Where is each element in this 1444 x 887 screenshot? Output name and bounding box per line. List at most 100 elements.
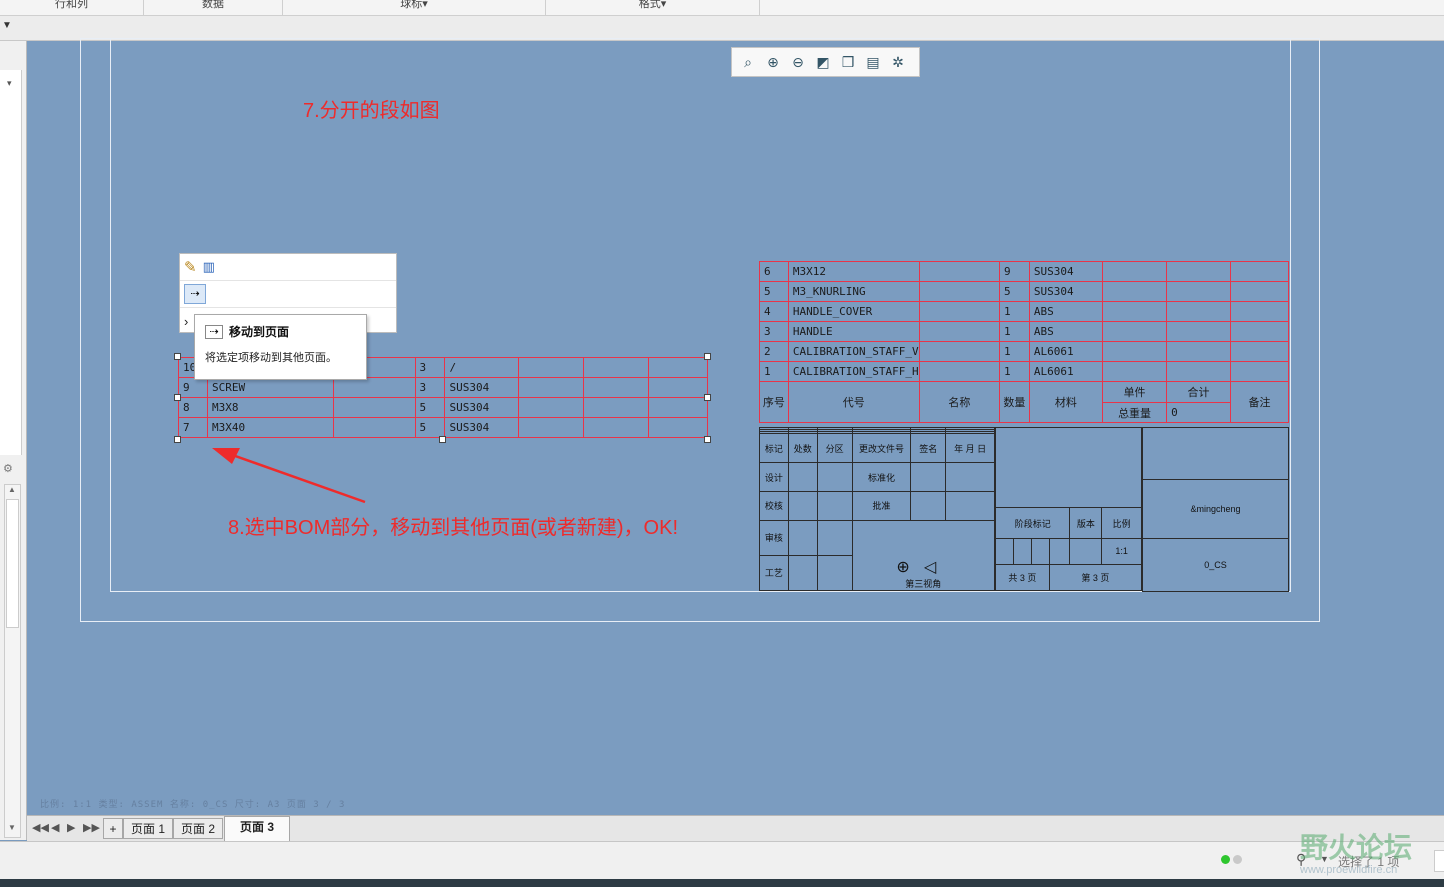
bom-cell (1166, 281, 1231, 302)
taskbar-strip (0, 879, 1444, 887)
bom-cell (1101, 281, 1168, 302)
chevron-down-icon[interactable]: ▼ (2, 20, 12, 31)
sheet-tab-bar: ◀◀ ◀ ▶ ▶▶ + 页面 1 页面 2 页面 3 (27, 815, 1444, 841)
prev-sheet-icon[interactable]: ◀ (51, 821, 59, 834)
bom-cell (1101, 321, 1168, 342)
bom-cell: / (444, 357, 520, 378)
last-sheet-icon[interactable]: ▶▶ (83, 821, 100, 834)
title-block-right: &mingcheng 0_CS (1142, 427, 1289, 592)
chevron-down-icon: ▾ (422, 0, 428, 10)
selection-handle[interactable] (704, 394, 711, 401)
refit-icon[interactable]: ◩ (812, 51, 834, 73)
vertical-scrollbar[interactable]: ▲ ▼ (4, 484, 21, 838)
bom-row[interactable]: 3 HANDLE 1 ABS (759, 321, 1290, 342)
selection-handle[interactable] (174, 436, 181, 443)
scrollbar-thumb[interactable] (6, 499, 19, 628)
selection-handle[interactable] (174, 394, 181, 401)
annotation-step7: 7.分开的段如图 (303, 100, 440, 122)
mini-toolbar-row: ✎ ▥ (180, 254, 396, 281)
title-block-middle: 阶段标记 版本 比例 1:1 共 3 页 第 3 页 (994, 426, 1143, 592)
bom-cell (648, 357, 708, 378)
tb-scale-value: 1:1 (1101, 537, 1142, 565)
display-style-icon[interactable]: ❒ (837, 51, 859, 73)
zoom-in-icon[interactable]: ⊕ (762, 51, 784, 73)
bom-cell (1166, 261, 1231, 282)
tooltip-title: 移动到页面 (229, 325, 290, 339)
bom-cell (918, 361, 1001, 382)
annotation-arrow (212, 448, 366, 504)
chevron-down-icon[interactable]: ▾ (7, 78, 12, 89)
bom-header-remark: 备注 (1229, 381, 1290, 423)
bom-table-right-segment[interactable]: 6 M3X12 9 SUS304 5 M3_KNURLING 5 SUS304 4 HANDLE_… (759, 261, 1290, 423)
tb-sheets: 共 3 页 (995, 563, 1050, 592)
saved-views-icon[interactable]: ▤ (862, 51, 884, 73)
selection-handle[interactable] (174, 353, 181, 360)
zoom-out-icon[interactable]: ⊖ (787, 51, 809, 73)
bom-cell (648, 417, 708, 438)
ribbon-group-balloons[interactable]: 球标▾ (283, 0, 546, 15)
bom-cell: M3X12 (787, 261, 920, 282)
tb-version: 版本 (1069, 507, 1103, 539)
graphics-toolbar: ⌕ ⊕ ⊖ ◩ ❒ ▤ ✲ (731, 47, 920, 77)
bom-cell: SUS304 (444, 397, 520, 418)
move-to-sheet-icon[interactable]: ⇢ (184, 284, 206, 304)
tb-scale: 比例 (1101, 507, 1142, 539)
bom-cell: SUS304 (444, 377, 520, 398)
ribbon-group-data[interactable]: 数据 (144, 0, 283, 15)
bom-cell (518, 397, 585, 418)
status-light-icon (1233, 855, 1242, 864)
table-properties-icon[interactable]: ▥ (203, 259, 215, 275)
tab-sheet-1[interactable]: 页面 1 (123, 818, 173, 839)
repaint-icon[interactable]: ✲ (887, 51, 909, 73)
ribbon-group-rows-cols[interactable]: 行和列 (0, 0, 144, 15)
bom-header-material: 材料 (1028, 381, 1104, 423)
bom-cell: 6 (759, 261, 789, 282)
bom-cell: 5 (414, 397, 446, 418)
bom-row[interactable]: 4 HANDLE_COVER 1 ABS (759, 301, 1290, 322)
bom-row[interactable]: 8 M3X8 5 SUS304 (178, 397, 708, 418)
model-tree-panel[interactable]: ▾ (0, 70, 22, 455)
selection-handle[interactable] (439, 436, 446, 443)
ribbon-group-bar: 行和列 数据 球标▾ 格式▾ (0, 0, 1444, 16)
more-arrow-icon[interactable]: › (184, 314, 188, 329)
tab-sheet-3[interactable]: 页面 3 (224, 816, 290, 841)
status-bar-button[interactable] (1434, 850, 1444, 872)
bom-cell (1101, 361, 1168, 382)
bom-row[interactable]: 6 M3X12 9 SUS304 (759, 261, 1290, 282)
bom-row[interactable]: 1 CALIBRATION_STAFF_H 1 AL6061 (759, 361, 1290, 382)
ribbon-group-format[interactable]: 格式▾ (546, 0, 760, 15)
bom-row[interactable]: 9 SCREW 3 SUS304 (178, 377, 708, 398)
bom-header-total-weight: 总重量 (1101, 402, 1168, 423)
tb-process: 工艺 (759, 554, 789, 592)
tb-design: 设计 (759, 462, 789, 492)
tab-sheet-2[interactable]: 页面 2 (173, 818, 223, 839)
scroll-up-icon[interactable]: ▲ (8, 485, 16, 494)
bom-row[interactable]: 5 M3_KNURLING 5 SUS304 (759, 281, 1290, 302)
bom-cell (583, 417, 650, 438)
selection-handle[interactable] (704, 353, 711, 360)
scroll-down-icon[interactable]: ▼ (8, 823, 16, 832)
first-sheet-icon[interactable]: ◀◀ (32, 821, 49, 834)
bom-cell: 9 (178, 377, 208, 398)
bom-cell: 1 (759, 361, 789, 382)
bom-cell: CALIBRATION_STAFF_H (787, 361, 920, 382)
bom-cell: CALIBRATION_STAFF_V (787, 341, 920, 362)
tb-projection-cell: ⊕◁ 第三视角 (851, 519, 996, 592)
bom-cell (332, 397, 416, 418)
tb-stage-mark: 阶段标记 (994, 507, 1071, 539)
selection-handle[interactable] (704, 436, 711, 443)
bom-cell: 4 (759, 301, 789, 322)
ribbon-group-label: 行和列 (55, 0, 88, 10)
next-sheet-icon[interactable]: ▶ (67, 821, 75, 834)
add-sheet-button[interactable]: + (103, 818, 123, 839)
tb-name-param: &mingcheng (1142, 479, 1289, 539)
bom-row[interactable]: 7 M3X40 5 SUS304 (178, 417, 708, 438)
bom-row[interactable]: 2 CALIBRATION_STAFF_V 1 AL6061 (759, 341, 1290, 362)
bom-cell (1229, 321, 1290, 342)
format-painter-icon[interactable]: ✎ (184, 258, 197, 276)
zoom-fit-icon[interactable]: ⌕ (737, 51, 759, 73)
bom-cell: 5 (999, 281, 1030, 302)
bom-header-seq: 序号 (759, 381, 789, 423)
settings-icon[interactable]: ⚙ (3, 462, 13, 475)
tb-date: 年 月 日 (945, 433, 995, 464)
